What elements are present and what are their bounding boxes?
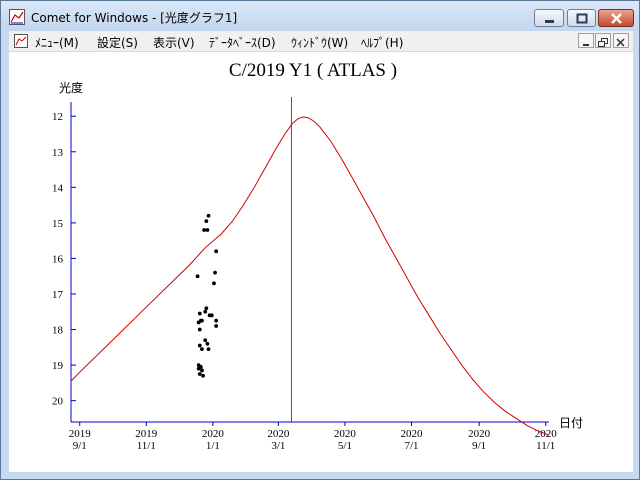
observation-point <box>195 274 200 279</box>
x-tick-year: 2019 <box>69 428 92 440</box>
minimize-button[interactable] <box>534 9 564 27</box>
window-title: Comet for Windows - [光度グラフ1] <box>31 11 238 25</box>
mdi-restore-button[interactable] <box>595 33 611 48</box>
observation-point <box>214 318 219 323</box>
menu-item-view[interactable]: 表示(V) <box>153 34 195 51</box>
y-tick-label: 20 <box>52 396 64 408</box>
x-tick-date: 11/1 <box>536 440 555 452</box>
observation-point <box>206 213 211 218</box>
x-tick-year: 2020 <box>400 428 423 440</box>
x-tick-year: 2020 <box>267 428 290 440</box>
x-tick-date: 9/1 <box>73 440 87 452</box>
x-tick-year: 2020 <box>468 428 491 440</box>
observation-point <box>201 373 205 378</box>
observation-point <box>200 347 204 352</box>
y-tick-label: 18 <box>52 325 64 337</box>
observation-point <box>197 311 202 316</box>
x-tick-year: 2019 <box>135 428 158 440</box>
close-button[interactable] <box>598 9 634 27</box>
x-tick-date: 11/1 <box>137 440 156 452</box>
observation-point <box>204 219 209 224</box>
observation-point <box>203 309 208 314</box>
observation-point <box>197 327 202 332</box>
observation-point <box>200 318 204 323</box>
y-axis-label: 光度 <box>59 80 83 95</box>
observation-point <box>203 338 208 343</box>
menu-item-window[interactable]: ｳｨﾝﾄﾞｳ(W) <box>291 34 348 51</box>
observation-point <box>212 281 216 286</box>
observation-point <box>209 313 214 318</box>
x-tick-year: 2020 <box>202 428 225 440</box>
app-window: Comet for Windows - [光度グラフ1] ﾒﾆｭｰ(M) 設定(… <box>0 0 640 480</box>
menu-item-menu[interactable]: ﾒﾆｭｰ(M) <box>35 34 79 51</box>
observation-point <box>205 228 210 232</box>
x-tick-date: 5/1 <box>338 440 352 452</box>
x-tick-date: 3/1 <box>271 440 285 452</box>
observation-point <box>196 320 201 325</box>
y-tick-label: 19 <box>52 360 64 372</box>
y-tick-label: 15 <box>52 218 64 230</box>
y-tick-label: 16 <box>52 253 64 265</box>
observation-point <box>197 372 202 376</box>
observation-point <box>214 249 219 254</box>
maximize-icon <box>576 13 588 24</box>
mdi-minimize-button[interactable] <box>578 33 594 48</box>
menu-bar: ﾒﾆｭｰ(M) 設定(S) 表示(V) ﾃﾞｰﾀﾍﾞｰｽ(D) ｳｨﾝﾄﾞｳ(W… <box>9 31 633 52</box>
menu-item-settings[interactable]: 設定(S) <box>97 34 138 51</box>
comet-app-icon[interactable] <box>9 9 25 25</box>
mdi-close-button[interactable] <box>613 33 629 48</box>
observation-point <box>204 306 209 311</box>
magnitude-chart: C/2019 Y1 ( ATLAS )光度1213141516171819202… <box>52 60 583 452</box>
observation-point <box>205 341 210 346</box>
predicted-light-curve <box>70 116 550 436</box>
title-bar[interactable]: Comet for Windows - [光度グラフ1] <box>1 1 639 31</box>
close-icon <box>611 13 622 24</box>
x-tick-date: 1/1 <box>206 440 220 452</box>
menu-item-help[interactable]: ﾍﾙﾌﾟ(H) <box>361 34 403 51</box>
x-tick-date: 7/1 <box>404 440 418 452</box>
observation-point <box>196 366 201 371</box>
observation-point <box>206 347 211 352</box>
observation-point <box>200 368 204 373</box>
maximize-button[interactable] <box>567 9 596 27</box>
x-tick-date: 9/1 <box>472 440 486 452</box>
graph-area: C/2019 Y1 ( ATLAS ) 光度 12 13 14 15 16 17 18 19 20 2… <box>9 52 633 472</box>
y-tick-label: 12 <box>52 111 63 123</box>
minimize-icon <box>545 20 554 23</box>
observation-point <box>214 324 219 328</box>
observation-point <box>197 343 202 348</box>
y-tick-label: 13 <box>52 147 64 159</box>
document-icon[interactable] <box>13 33 29 49</box>
restore-icon <box>598 38 608 47</box>
close-icon <box>616 38 625 47</box>
chart-title: C/2019 Y1 ( ATLAS ) <box>229 60 397 81</box>
x-tick-year: 2020 <box>334 428 357 440</box>
observation-point <box>213 270 217 275</box>
y-tick-label: 14 <box>52 182 64 194</box>
x-axis-label: 日付 <box>559 416 583 430</box>
menu-item-database[interactable]: ﾃﾞｰﾀﾍﾞｰｽ(D) <box>209 34 276 51</box>
observation-point <box>202 228 207 232</box>
minimize-icon <box>583 44 589 46</box>
y-tick-label: 17 <box>52 289 64 301</box>
